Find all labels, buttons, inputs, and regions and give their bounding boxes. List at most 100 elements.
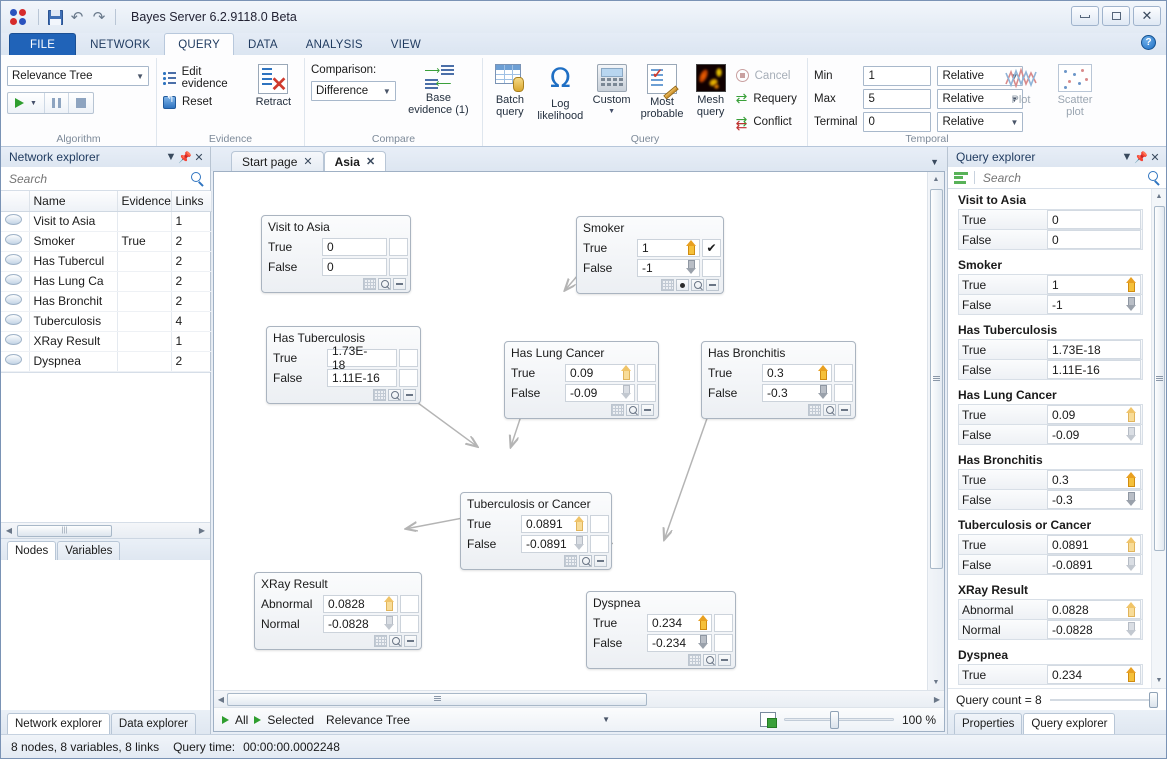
collapse-icon[interactable]	[838, 404, 851, 416]
scroll-up-icon[interactable]: ▲	[928, 172, 945, 187]
query-state-value[interactable]: 1.11E-16	[1047, 360, 1141, 379]
node-evidence-checkbox[interactable]	[399, 349, 418, 367]
node-evidence-checkbox[interactable]	[714, 634, 733, 652]
node-state-value[interactable]: 1.11E-16	[327, 369, 397, 387]
network-node[interactable]: Has BronchitisTrue0.3False-0.3	[701, 341, 856, 419]
node-state-value[interactable]: 0	[322, 238, 387, 256]
magnifier-icon[interactable]	[691, 279, 704, 291]
hscroll-thumb[interactable]: |||	[17, 525, 112, 537]
network-node[interactable]: SmokerTrue1✔False-1	[576, 216, 724, 294]
hscroll-track[interactable]: |||	[15, 525, 196, 537]
retract-button[interactable]: Retract	[249, 62, 298, 108]
node-evidence-checkbox[interactable]	[389, 258, 408, 276]
table-row[interactable]: Dyspnea2	[1, 351, 211, 371]
minimize-button[interactable]	[1071, 6, 1099, 26]
node-state-value[interactable]: -0.3	[762, 384, 832, 402]
collapse-icon[interactable]	[641, 404, 654, 416]
network-node[interactable]: XRay ResultAbnormal0.0828Normal-0.0828	[254, 572, 422, 650]
network-node[interactable]: DyspneaTrue0.234False-0.234	[586, 591, 736, 669]
query-count-slider[interactable]	[1050, 693, 1158, 707]
zoom-slider[interactable]	[784, 713, 894, 727]
group-view-icon[interactable]	[954, 172, 968, 184]
scroll-down-icon[interactable]: ▼	[928, 675, 945, 690]
query-state-value[interactable]: 0.234	[1047, 665, 1141, 684]
ribbon-tab-view[interactable]: VIEW	[377, 33, 435, 55]
scroll-left-icon[interactable]: ◀	[3, 526, 15, 535]
node-state-value[interactable]: 1.73E-18	[327, 349, 397, 367]
query-state-value[interactable]: -0.0891	[1047, 555, 1141, 574]
node-evidence-checkbox[interactable]	[389, 238, 408, 256]
table-icon[interactable]	[564, 555, 577, 567]
network-table-hscrollbar[interactable]: ◀ ||| ▶	[1, 522, 210, 538]
node-state-value[interactable]: 0	[322, 258, 387, 276]
play-selected-icon[interactable]	[254, 716, 261, 724]
temporal-max-input[interactable]: 5	[863, 89, 931, 109]
node-evidence-checkbox[interactable]	[590, 535, 609, 553]
scroll-up-icon[interactable]: ▲	[1151, 189, 1167, 204]
play-all-icon[interactable]	[222, 716, 229, 724]
custom-button[interactable]: Custom ▼	[590, 62, 634, 115]
node-evidence-checkbox[interactable]	[637, 384, 656, 402]
scroll-right-icon[interactable]: ▶	[196, 526, 208, 535]
chevron-down-icon[interactable]: ▼	[608, 108, 615, 115]
undo-icon[interactable]: ↶	[66, 6, 88, 28]
node-evidence-checkbox[interactable]	[834, 384, 853, 402]
magnifier-icon[interactable]	[389, 635, 402, 647]
query-state-value[interactable]: -0.09	[1047, 425, 1141, 444]
table-row[interactable]: Visit to Asia1	[1, 211, 211, 231]
magnifier-icon[interactable]	[703, 654, 716, 666]
pin-icon[interactable]: 📌	[178, 150, 192, 164]
magnifier-icon[interactable]	[579, 555, 592, 567]
node-state-value[interactable]: 0.0891	[521, 515, 588, 533]
node-state-value[interactable]: 0.09	[565, 364, 635, 382]
scroll-right-icon[interactable]: ▶	[931, 695, 943, 704]
node-evidence-checkbox[interactable]	[400, 595, 419, 613]
table-icon[interactable]	[374, 635, 387, 647]
collapse-icon[interactable]	[403, 389, 416, 401]
ribbon-tab-file[interactable]: FILE	[9, 33, 76, 55]
collapse-icon[interactable]	[706, 279, 719, 291]
node-evidence-checkbox[interactable]	[590, 515, 609, 533]
tab-network-explorer[interactable]: Network explorer	[7, 713, 110, 734]
vscroll-track[interactable]	[1152, 204, 1167, 673]
algorithm-combo[interactable]: Relevance Tree ▼	[7, 66, 149, 86]
node-evidence-checkbox[interactable]	[399, 369, 418, 387]
plot-button[interactable]: Plot	[997, 62, 1045, 106]
collapse-icon[interactable]	[404, 635, 417, 647]
edit-evidence-button[interactable]: Edit evidence	[163, 68, 244, 88]
all-label[interactable]: All	[235, 713, 248, 727]
table-icon[interactable]	[373, 389, 386, 401]
node-evidence-checkbox[interactable]	[400, 615, 419, 633]
conflict-button[interactable]: ⇉ Conflict	[736, 112, 801, 131]
node-state-value[interactable]: 0.234	[647, 614, 712, 632]
table-icon[interactable]	[363, 278, 376, 290]
document-tab-asia[interactable]: Asia ✕	[324, 151, 387, 171]
query-state-value[interactable]: 0.3	[1047, 470, 1141, 489]
network-search-input[interactable]	[7, 171, 187, 187]
column-header-links[interactable]: Links	[171, 191, 211, 211]
fit-to-window-icon[interactable]	[760, 712, 776, 727]
close-button[interactable]: ✕	[1133, 6, 1161, 26]
node-state-value[interactable]: -1	[637, 259, 700, 277]
scroll-left-icon[interactable]: ◀	[215, 695, 227, 704]
table-icon[interactable]	[611, 404, 624, 416]
query-search-input[interactable]	[981, 170, 1142, 186]
magnifier-icon[interactable]	[823, 404, 836, 416]
table-icon[interactable]	[688, 654, 701, 666]
node-evidence-checkbox[interactable]	[714, 614, 733, 632]
query-state-value[interactable]: 0.0828	[1047, 600, 1141, 619]
chevron-down-icon[interactable]: ▼	[164, 150, 178, 164]
close-icon[interactable]: ✕	[366, 155, 375, 168]
query-state-value[interactable]: 0	[1047, 210, 1141, 229]
query-state-value[interactable]: -0.0828	[1047, 620, 1141, 639]
table-row[interactable]: Tuberculosis4	[1, 311, 211, 331]
table-icon[interactable]	[661, 279, 674, 291]
table-icon[interactable]	[808, 404, 821, 416]
ribbon-tab-data[interactable]: DATA	[234, 33, 292, 55]
close-icon[interactable]: ✕	[303, 155, 312, 168]
table-row[interactable]: Has Tubercul2	[1, 251, 211, 271]
requery-button[interactable]: ⇄ Requery	[736, 89, 801, 108]
query-state-value[interactable]: 0	[1047, 230, 1141, 249]
comparison-combo[interactable]: Difference ▼	[311, 81, 396, 101]
run-button[interactable]: ▼	[8, 93, 44, 113]
